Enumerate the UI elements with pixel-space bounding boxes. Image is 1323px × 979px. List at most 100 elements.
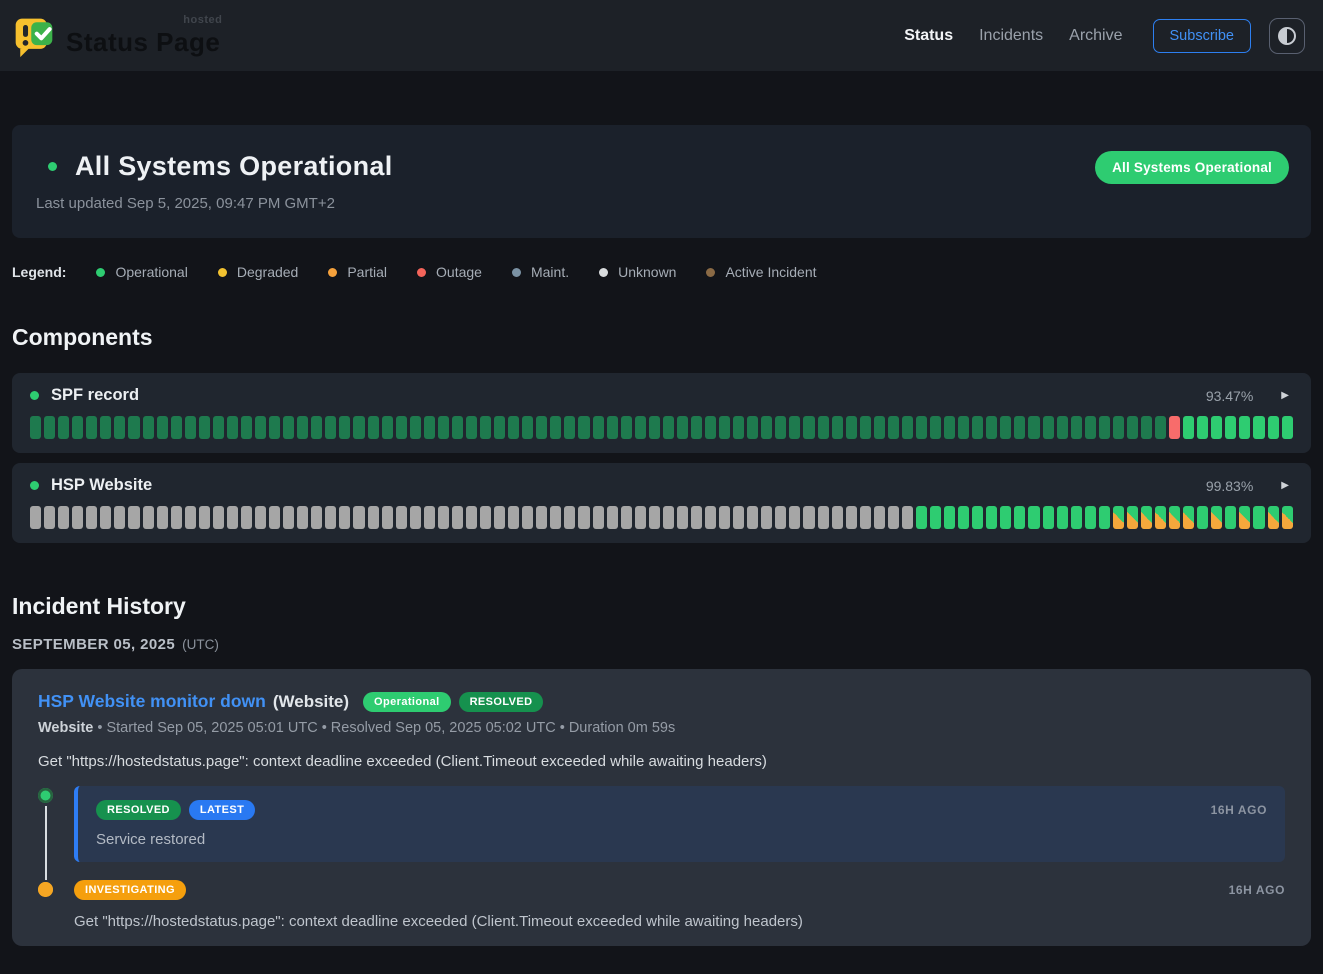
uptime-bar[interactable] [775,416,786,439]
uptime-bar[interactable] [30,416,41,439]
uptime-bar[interactable] [241,506,252,529]
uptime-bar[interactable] [958,416,969,439]
uptime-bar[interactable] [775,506,786,529]
uptime-bar[interactable] [325,506,336,529]
uptime-bar[interactable] [818,506,829,529]
uptime-bar[interactable] [1043,416,1054,439]
uptime-bar[interactable] [733,506,744,529]
uptime-bar[interactable] [1071,416,1082,439]
uptime-bar[interactable] [1099,506,1110,529]
nav-item-incidents[interactable]: Incidents [979,27,1043,45]
uptime-bar[interactable] [438,416,449,439]
uptime-bar[interactable] [733,416,744,439]
theme-toggle-button[interactable] [1269,18,1305,54]
uptime-bar[interactable] [241,416,252,439]
uptime-bar[interactable] [508,416,519,439]
uptime-bar[interactable] [480,416,491,439]
uptime-bar[interactable] [719,416,730,439]
uptime-bar[interactable] [761,506,772,529]
uptime-bar[interactable] [607,416,618,439]
uptime-bar[interactable] [396,506,407,529]
uptime-bar[interactable] [269,506,280,529]
uptime-bar[interactable] [1057,506,1068,529]
uptime-bar[interactable] [283,506,294,529]
uptime-bar[interactable] [114,416,125,439]
uptime-bar[interactable] [550,416,561,439]
uptime-bar[interactable] [593,506,604,529]
uptime-bar[interactable] [424,506,435,529]
uptime-bar[interactable] [1014,506,1025,529]
uptime-bar[interactable] [832,506,843,529]
uptime-bar[interactable] [1282,506,1293,529]
uptime-bar[interactable] [227,506,238,529]
uptime-bar[interactable] [564,506,575,529]
uptime-bar[interactable] [1183,416,1194,439]
uptime-bar[interactable] [944,416,955,439]
uptime-bar[interactable] [663,506,674,529]
uptime-bar[interactable] [888,506,899,529]
uptime-bar[interactable] [438,506,449,529]
uptime-bar[interactable] [747,506,758,529]
uptime-bar[interactable] [1014,416,1025,439]
uptime-bar[interactable] [100,416,111,439]
uptime-bar[interactable] [143,506,154,529]
uptime-bar[interactable] [719,506,730,529]
uptime-bar[interactable] [410,506,421,529]
uptime-bar[interactable] [1085,416,1096,439]
uptime-bar[interactable] [1239,416,1250,439]
uptime-bar[interactable] [1000,416,1011,439]
uptime-bar[interactable] [480,506,491,529]
uptime-bar[interactable] [185,506,196,529]
uptime-bar[interactable] [649,506,660,529]
uptime-bar[interactable] [128,506,139,529]
uptime-bar[interactable] [466,416,477,439]
uptime-bar[interactable] [1197,506,1208,529]
uptime-bar[interactable] [902,416,913,439]
uptime-bar[interactable] [1183,506,1194,529]
uptime-bar[interactable] [846,416,857,439]
uptime-bar[interactable] [171,416,182,439]
uptime-bar[interactable] [578,416,589,439]
uptime-bar[interactable] [339,416,350,439]
uptime-bar[interactable] [494,416,505,439]
uptime-bar[interactable] [1155,506,1166,529]
uptime-bar[interactable] [916,506,927,529]
uptime-bar[interactable] [58,506,69,529]
uptime-bar[interactable] [311,506,322,529]
subscribe-button[interactable]: Subscribe [1153,19,1251,53]
uptime-bar[interactable] [1071,506,1082,529]
uptime-bar[interactable] [522,506,533,529]
uptime-bar[interactable] [1127,416,1138,439]
uptime-bar[interactable] [747,416,758,439]
uptime-bar[interactable] [269,416,280,439]
uptime-bar[interactable] [1000,506,1011,529]
uptime-bar[interactable] [972,416,983,439]
uptime-bar[interactable] [536,416,547,439]
uptime-bar[interactable] [396,416,407,439]
nav-item-status[interactable]: Status [904,27,953,45]
uptime-bar[interactable] [677,506,688,529]
uptime-bar[interactable] [522,416,533,439]
uptime-bar[interactable] [649,416,660,439]
uptime-bar[interactable] [353,416,364,439]
uptime-bar[interactable] [803,506,814,529]
uptime-bar[interactable] [1028,416,1039,439]
uptime-bar[interactable] [213,416,224,439]
uptime-bar[interactable] [283,416,294,439]
uptime-bar[interactable] [452,506,463,529]
uptime-bar[interactable] [1028,506,1039,529]
uptime-bar[interactable] [635,416,646,439]
uptime-bar[interactable] [803,416,814,439]
uptime-bar[interactable] [508,506,519,529]
incident-title-link[interactable]: HSP Website monitor down [38,691,266,712]
uptime-bar[interactable] [874,416,885,439]
brand[interactable]: Status Page hosted [12,14,220,58]
uptime-bar[interactable] [832,416,843,439]
uptime-bar[interactable] [789,506,800,529]
uptime-bar[interactable] [705,416,716,439]
uptime-bar[interactable] [972,506,983,529]
uptime-bar[interactable] [860,416,871,439]
uptime-bar[interactable] [1169,416,1180,439]
component-header[interactable]: HSP Website99.83%▶ [30,476,1293,495]
uptime-bar[interactable] [86,506,97,529]
